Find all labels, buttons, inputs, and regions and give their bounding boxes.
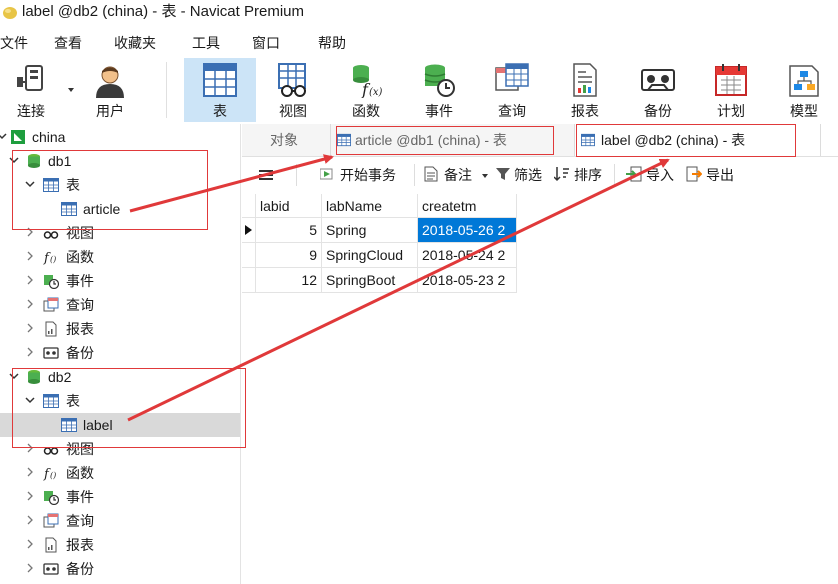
annotation-arrow bbox=[129, 154, 334, 213]
annotation-arrows bbox=[127, 154, 670, 422]
annotation-arrow bbox=[127, 158, 670, 422]
